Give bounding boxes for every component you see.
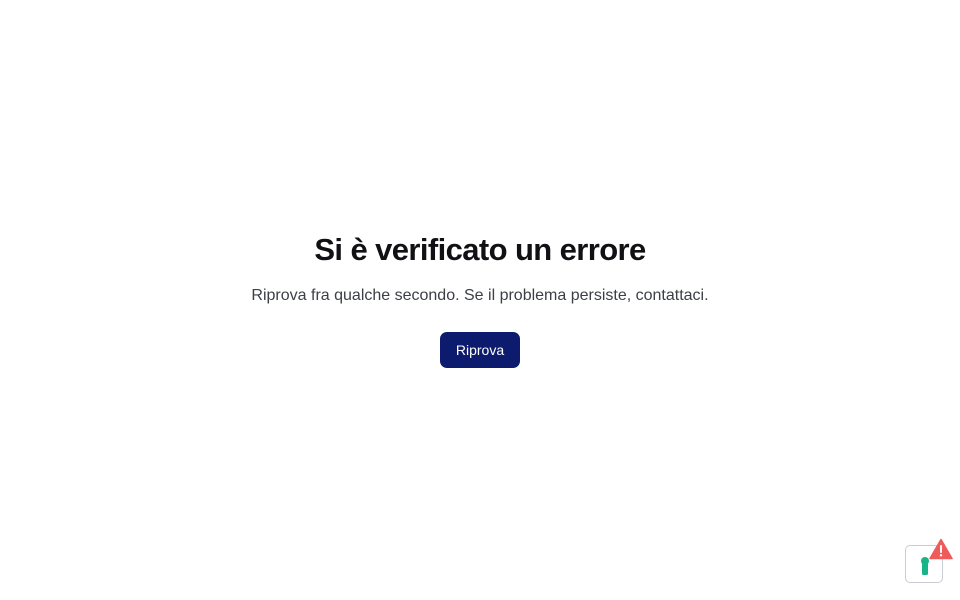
warning-icon [929, 538, 953, 560]
error-page: Si è verificato un errore Riprova fra qu… [0, 0, 960, 600]
error-title: Si è verificato un errore [314, 232, 646, 267]
retry-button[interactable]: Riprova [439, 332, 521, 368]
error-message: Riprova fra qualche secondo. Se il probl… [251, 287, 709, 304]
error-panel: Si è verificato un errore Riprova fra qu… [0, 230, 960, 368]
